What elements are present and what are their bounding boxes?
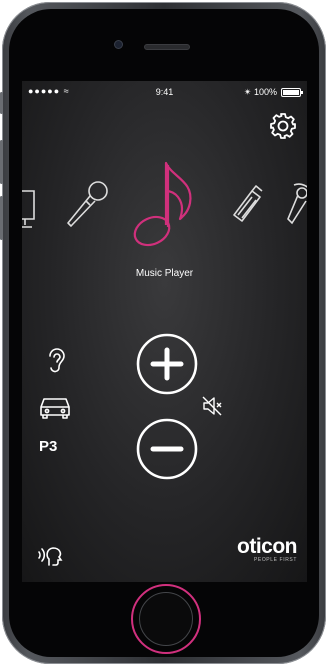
phone-clip-icon[interactable] (230, 185, 264, 225)
home-button-face (139, 592, 193, 646)
speech-focus-icon[interactable] (37, 543, 65, 567)
earpiece-speaker (144, 44, 190, 50)
ear-icon[interactable] (45, 346, 67, 374)
battery-icon (281, 88, 303, 97)
front-camera (114, 40, 123, 49)
home-button[interactable] (131, 584, 201, 654)
tele-coil-icon[interactable] (284, 181, 307, 227)
selected-source-label: Music Player (135, 268, 194, 279)
volume-up-side-button (0, 140, 3, 184)
status-bar: ●●●●● ≈ 9:41 ✴ 100% (22, 81, 307, 101)
volume-up-button[interactable] (135, 332, 199, 396)
silent-switch (0, 92, 3, 114)
source-carousel[interactable] (22, 161, 307, 259)
tv-icon[interactable] (22, 189, 38, 229)
microphone-icon[interactable] (62, 179, 110, 229)
bluetooth-icon: ✴ (243, 87, 252, 97)
volume-down-button[interactable] (135, 417, 199, 481)
app-screen: ●●●●● ≈ 9:41 ✴ 100% Music Player P3 otic… (22, 81, 307, 582)
music-note-icon[interactable] (128, 157, 200, 249)
oticon-logo: oticon PEOPLE FIRST (237, 535, 298, 563)
program-indicator[interactable]: P3 (39, 438, 57, 455)
mute-speaker-icon[interactable] (201, 395, 223, 417)
settings-gear-icon[interactable] (268, 111, 298, 141)
brand-name: oticon (237, 535, 298, 558)
battery-percent: ✴ 100% (243, 87, 277, 97)
car-icon[interactable] (38, 395, 72, 419)
volume-down-side-button (0, 196, 3, 240)
